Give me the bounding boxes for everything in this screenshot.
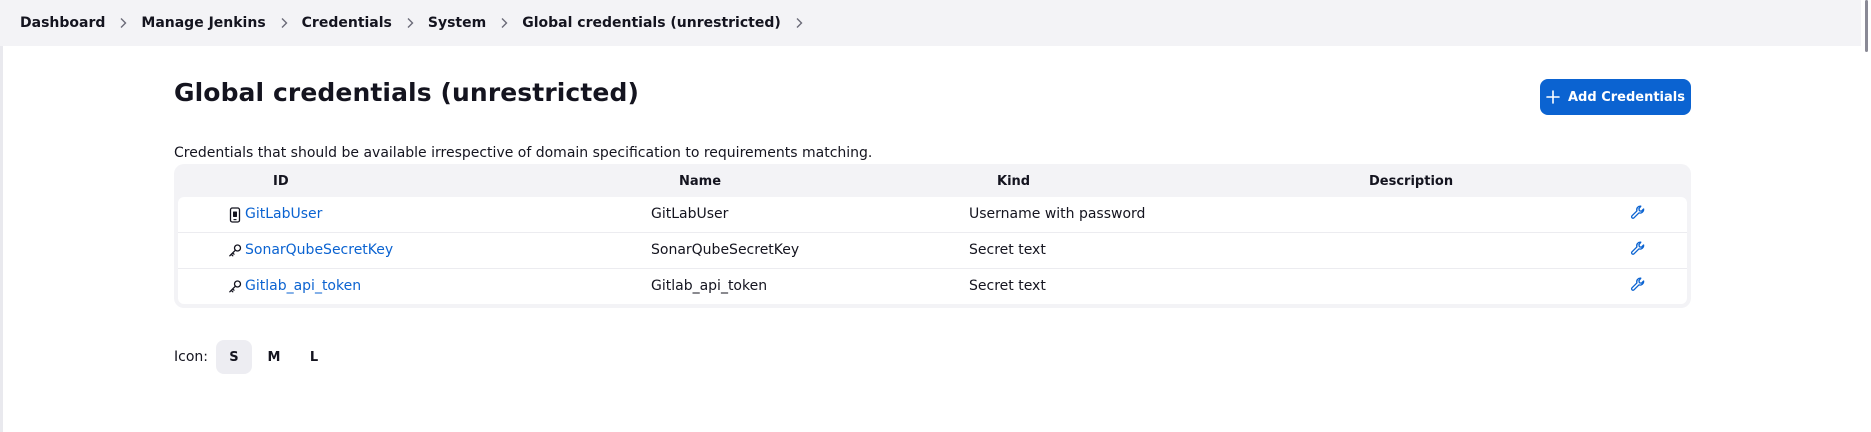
wrench-icon[interactable] [1630,240,1646,256]
scrollbar-thumb[interactable] [1865,0,1868,52]
chevron-right-icon[interactable] [392,17,428,29]
credential-name: GitLabUser [651,206,729,222]
credential-name: SonarQubeSecretKey [651,242,800,258]
icon-size-medium[interactable]: M [256,340,292,374]
credentials-table: ID Name Kind Description GitLabUser GitL… [174,164,1691,308]
breadcrumb-item-dashboard: Dashboard [20,15,141,31]
chevron-right-icon[interactable] [105,17,141,29]
table-row: GitLabUser GitLabUser Username with pass… [178,197,1687,233]
table-body: GitLabUser GitLabUser Username with pass… [178,197,1687,304]
breadcrumb: Dashboard Manage Jenkins Credentials Sys… [0,0,1861,46]
column-header-kind[interactable]: Kind [997,174,1030,189]
icon-size-selector: Icon: S M L [174,340,332,374]
chevron-right-icon[interactable] [486,17,522,29]
add-credentials-button[interactable]: Add Credentials [1540,79,1691,115]
credential-id-link[interactable]: SonarQubeSecretKey [245,242,393,258]
breadcrumb-link-global-credentials[interactable]: Global credentials (unrestricted) [522,15,781,31]
scrollbar[interactable] [1861,0,1871,432]
breadcrumb-link-credentials[interactable]: Credentials [302,15,392,31]
breadcrumb-item-credentials: Credentials [302,15,428,31]
breadcrumb-link-dashboard[interactable]: Dashboard [20,15,105,31]
add-credentials-label: Add Credentials [1568,89,1685,105]
breadcrumb-item-global-credentials: Global credentials (unrestricted) [522,15,817,31]
credential-kind: Secret text [969,242,1046,258]
wrench-icon[interactable] [1630,204,1646,220]
icon-size-small[interactable]: S [215,340,252,374]
window-left-edge [0,0,3,432]
wrench-icon[interactable] [1630,276,1646,292]
breadcrumb-link-system[interactable]: System [428,15,486,31]
column-header-name[interactable]: Name [679,174,721,189]
key-icon [229,244,242,257]
icon-size-label: Icon: [174,349,208,365]
breadcrumb-link-manage-jenkins[interactable]: Manage Jenkins [141,15,265,31]
mobile-icon [229,207,241,223]
key-icon [229,280,242,293]
credential-kind: Secret text [969,278,1046,294]
breadcrumb-item-system: System [428,15,522,31]
plus-icon [1546,90,1560,104]
table-row: Gitlab_api_token Gitlab_api_token Secret… [178,269,1687,304]
domain-description: Credentials that should be available irr… [174,145,873,161]
column-header-description[interactable]: Description [1369,174,1453,189]
chevron-right-icon[interactable] [266,17,302,29]
column-header-id[interactable]: ID [273,174,289,189]
credential-id-link[interactable]: GitLabUser [245,206,322,222]
credential-kind: Username with password [969,206,1146,222]
table-row: SonarQubeSecretKey SonarQubeSecretKey Se… [178,233,1687,269]
credential-name: Gitlab_api_token [651,278,768,294]
breadcrumb-item-manage-jenkins: Manage Jenkins [141,15,301,31]
chevron-right-icon[interactable] [781,17,817,29]
table-header: ID Name Kind Description [178,164,1687,197]
credential-id-link[interactable]: Gitlab_api_token [245,278,361,294]
icon-size-large[interactable]: L [296,340,332,374]
page-title: Global credentials (unrestricted) [174,78,639,107]
